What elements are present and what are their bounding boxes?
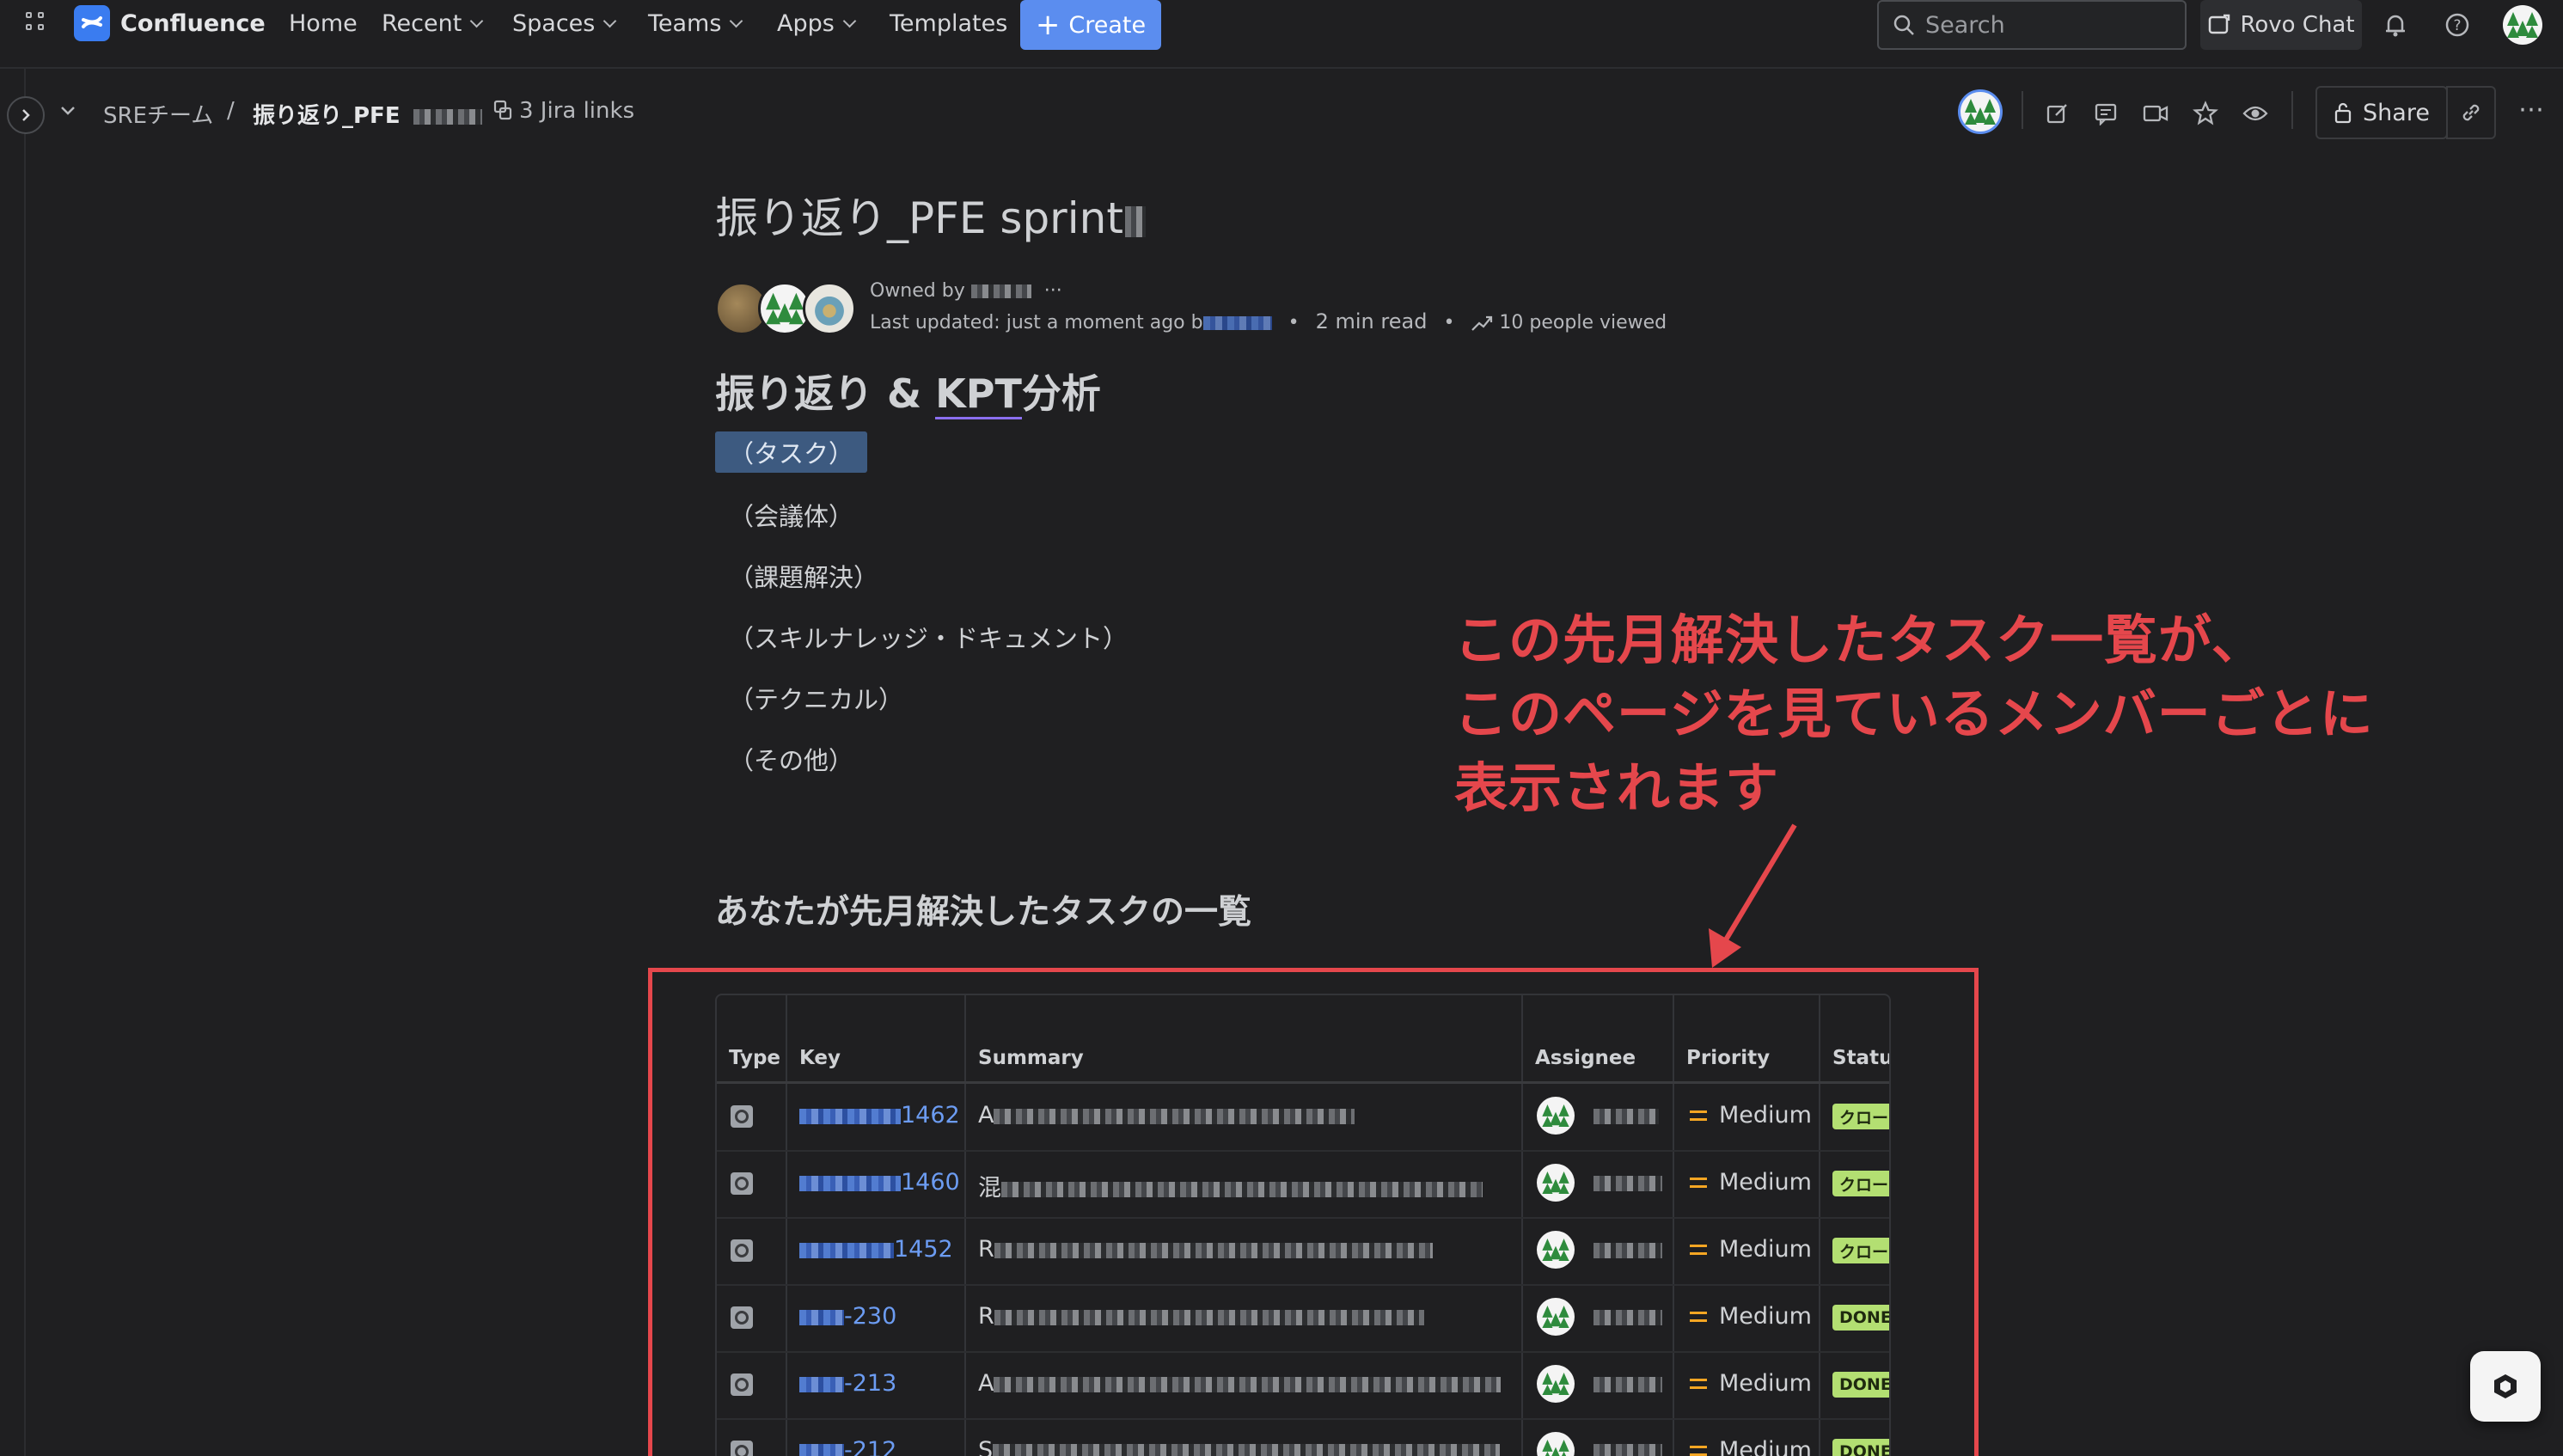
star-icon[interactable]: [2188, 96, 2223, 131]
toolbar-divider: [2022, 91, 2023, 129]
page-meta: Last updated: just a moment ago b • 2 mi…: [870, 309, 1667, 333]
search-placeholder: Search: [1925, 11, 2005, 39]
annotation-line: このページを見ているメンバーごとに: [1454, 682, 2374, 745]
kpt-heading-prefix: 振り返り &: [715, 370, 936, 417]
collapse-chevron-icon[interactable]: [58, 101, 77, 124]
top-navigation: Confluence Home Recent Spaces Teams Apps…: [0, 0, 2563, 69]
last-updated: Last updated: just a moment ago b: [870, 312, 1203, 333]
nav-spaces-label: Spaces: [512, 10, 596, 37]
search-icon: [1893, 15, 1914, 35]
analytics-icon: [1471, 312, 1493, 333]
chevron-down-icon: [603, 14, 617, 28]
kpt-heading-kpt: KPT: [935, 370, 1022, 419]
owned-by-label: Owned by: [870, 280, 965, 302]
sidebar-rail: [0, 69, 26, 1456]
annotation-line: この先月解決したタスク一覧が、: [1454, 609, 2266, 671]
meta-dot: •: [1288, 312, 1300, 333]
nav-templates-label: Templates: [890, 10, 1008, 37]
chevron-right-icon: [22, 109, 30, 121]
more-icon[interactable]: ⋯: [2518, 95, 2546, 125]
profile-avatar[interactable]: [2503, 5, 2542, 45]
cube-icon: [2494, 1374, 2517, 1398]
read-time: 2 min read: [1315, 309, 1428, 333]
share-label: Share: [2363, 99, 2430, 126]
list-item: （テクニカル）: [729, 685, 904, 714]
highlighted-item-task: （タスク）: [715, 431, 868, 473]
nav-home[interactable]: Home: [289, 10, 358, 37]
contributor-avatar-fish[interactable]: [803, 282, 856, 335]
page-title: 振り返り_PFE sprint: [715, 184, 1146, 246]
nav-home-label: Home: [289, 10, 358, 37]
breadcrumb-separator: /: [227, 98, 235, 124]
owner-menu-icon[interactable]: ···: [1044, 280, 1062, 302]
nav-spaces[interactable]: Spaces: [512, 10, 617, 37]
contributor-avatars[interactable]: [715, 282, 861, 335]
chevron-down-icon: [730, 14, 743, 28]
comment-icon[interactable]: [2089, 96, 2123, 131]
nav-apps-label: Apps: [777, 10, 835, 37]
nav-recent-label: Recent: [382, 10, 462, 37]
watch-icon[interactable]: [2238, 96, 2272, 131]
notifications-icon[interactable]: [2381, 10, 2410, 40]
copy-link-icon[interactable]: [2446, 86, 2496, 139]
plus-icon: +: [1035, 8, 1061, 42]
app-name[interactable]: Confluence: [120, 10, 266, 37]
expand-sidebar-button[interactable]: [7, 96, 45, 134]
chat-icon: [2209, 14, 2230, 34]
nav-templates[interactable]: Templates: [890, 10, 1007, 37]
breadcrumb-page-label: 振り返り_PFE: [253, 103, 401, 129]
create-button[interactable]: + Create: [1020, 0, 1161, 50]
lock-icon: [2334, 102, 2352, 124]
annotation-line: 表示されます: [1454, 756, 1780, 819]
redacted-text: [1124, 205, 1146, 237]
rovo-chat-button[interactable]: Rovo Chat: [2200, 0, 2362, 50]
kpt-heading-suffix: 分析: [1021, 370, 1101, 417]
create-label: Create: [1068, 11, 1147, 39]
list-item: （スキルナレッジ・ドキュメント）: [729, 624, 1129, 653]
chevron-down-icon: [470, 14, 484, 28]
jira-link-icon: [493, 100, 512, 120]
redacted-text: [970, 284, 1031, 298]
nav-apps[interactable]: Apps: [777, 10, 857, 37]
kpt-heading: 振り返り & KPT分析: [715, 363, 1101, 419]
list-item: （その他）: [729, 746, 854, 775]
redacted-text: [1202, 316, 1272, 330]
share-button[interactable]: Share: [2315, 86, 2448, 139]
owned-by: Owned by ···: [870, 280, 1062, 302]
jira-links[interactable]: 3 Jira links: [492, 98, 634, 124]
redacted-text: [413, 108, 482, 125]
list-item: （会議体）: [729, 502, 854, 531]
rovo-chat-label: Rovo Chat: [2240, 12, 2355, 38]
nav-teams-label: Teams: [648, 10, 722, 37]
viewer-avatar[interactable]: [1958, 89, 2003, 134]
list-item: （課題解決）: [729, 563, 879, 592]
breadcrumb-page[interactable]: 振り返り_PFE: [253, 98, 482, 130]
edit-icon[interactable]: [2040, 96, 2075, 131]
confluence-logo-icon[interactable]: [74, 5, 110, 41]
search-input[interactable]: Search: [1877, 0, 2187, 50]
breadcrumb-space[interactable]: SREチーム: [103, 98, 213, 130]
people-viewed[interactable]: 10 people viewed: [1499, 312, 1667, 333]
meta-dot: •: [1443, 312, 1455, 333]
help-icon[interactable]: ?: [2443, 10, 2472, 40]
floating-assistant-button[interactable]: [2470, 1351, 2541, 1422]
jira-links-label: 3 Jira links: [519, 98, 635, 124]
annotation-arrow-icon: [1709, 823, 1797, 968]
resolved-tasks-heading: あなたが先月解決したタスクの一覧: [715, 893, 1252, 932]
app-switcher-icon[interactable]: [26, 12, 52, 38]
toolbar-divider: [2291, 91, 2293, 129]
annotation-highlight-box: [648, 968, 1979, 1456]
page-title-text: 振り返り_PFE sprint: [715, 193, 1123, 243]
nav-teams[interactable]: Teams: [648, 10, 743, 37]
chevron-down-icon: [842, 14, 857, 28]
svg-text:?: ?: [2453, 17, 2461, 34]
nav-recent[interactable]: Recent: [382, 10, 484, 37]
video-icon[interactable]: [2138, 96, 2173, 131]
